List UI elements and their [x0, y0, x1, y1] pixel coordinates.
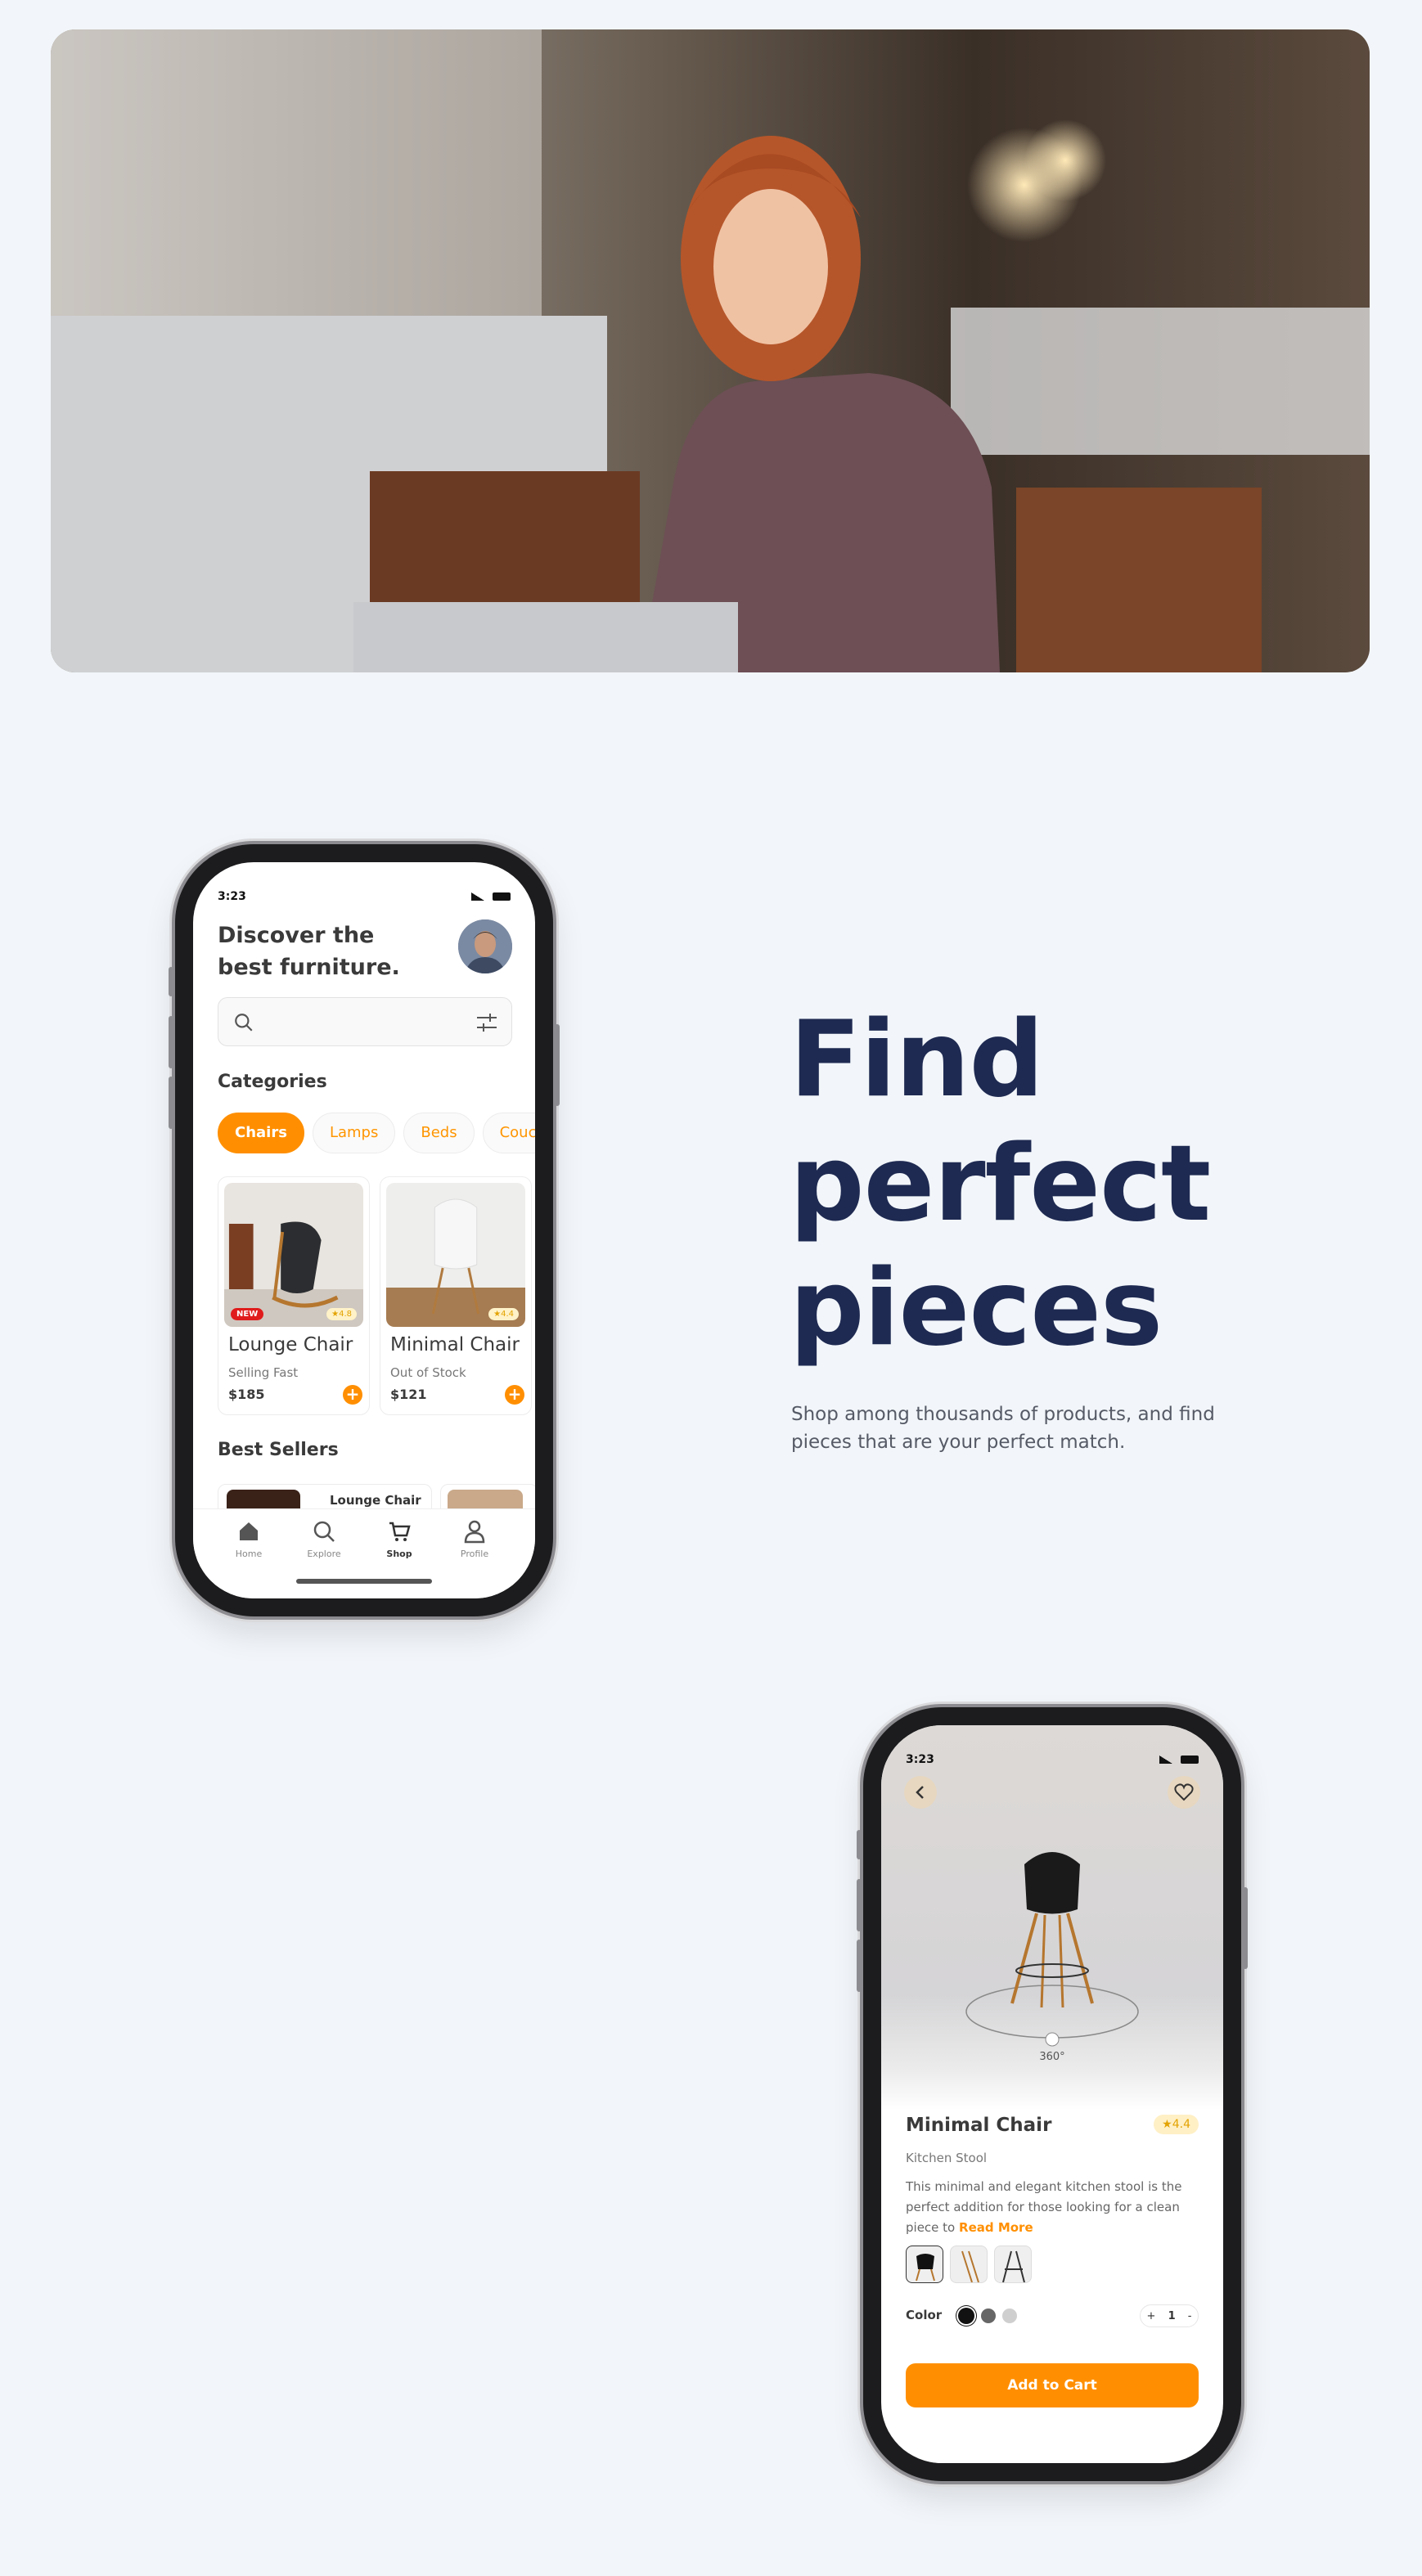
- chip-couch[interactable]: Couch: [482, 1113, 535, 1153]
- chip-lamps[interactable]: Lamps: [312, 1113, 396, 1153]
- color-swatch-light[interactable]: [1002, 2309, 1017, 2323]
- user-icon: [464, 1520, 485, 1544]
- headline-line: perfect: [790, 1123, 1211, 1245]
- chip-chairs[interactable]: Chairs: [218, 1113, 304, 1153]
- product-card[interactable]: ★4.4 Minimal Chair Out of Stock $121 +: [380, 1176, 532, 1415]
- tab-bar: Home Explore Shop Profile: [193, 1508, 535, 1598]
- search-icon: [235, 1014, 253, 1032]
- category-chips: Chairs Lamps Beds Couch: [218, 1113, 535, 1153]
- signal-icon: [1159, 1756, 1172, 1764]
- cart-icon: [389, 1522, 411, 1541]
- color-label: Color: [906, 2308, 943, 2322]
- avatar[interactable]: [458, 919, 512, 973]
- back-button[interactable]: [904, 1776, 937, 1809]
- add-to-cart-button[interactable]: +: [343, 1385, 362, 1405]
- product-title: Minimal Chair: [906, 2115, 1052, 2136]
- product-detail-phone: 360° 3:23 Minimal Chair ★4.4 Kitchen Sto…: [857, 1707, 1248, 2481]
- product-image: ★4.4: [386, 1183, 525, 1327]
- search-input[interactable]: [218, 997, 512, 1046]
- search-icon: [313, 1521, 335, 1542]
- quantity-value: 1: [1168, 2309, 1176, 2322]
- product-description: This minimal and elegant kitchen stool i…: [906, 2179, 1182, 2235]
- hero-photo: [51, 29, 1370, 672]
- favorite-button[interactable]: [1168, 1776, 1200, 1809]
- heart-icon: [1174, 1783, 1194, 1801]
- battery-icon: [493, 892, 511, 901]
- headline-line: pieces: [790, 1248, 1163, 1369]
- product-price: $121: [390, 1387, 427, 1402]
- thumbnail[interactable]: [994, 2246, 1032, 2283]
- thumbnail[interactable]: [950, 2246, 988, 2283]
- color-swatch-gray[interactable]: [981, 2309, 996, 2323]
- tab-home[interactable]: Home: [224, 1519, 273, 1559]
- tab-profile[interactable]: Profile: [450, 1519, 499, 1559]
- product-image: NEW ★4.8: [224, 1183, 363, 1327]
- product-status: Out of Stock: [390, 1365, 466, 1380]
- home-screen: 3:23 Discover the best furniture. Catego…: [193, 862, 535, 1598]
- qty-increase-button[interactable]: +: [1147, 2310, 1156, 2322]
- headline-line: Find: [790, 999, 1044, 1121]
- product-detail-screen: 360° 3:23 Minimal Chair ★4.4 Kitchen Sto…: [881, 1725, 1223, 2463]
- product-subtitle: Kitchen Stool: [906, 2151, 988, 2165]
- color-selector: Color + 1 -: [906, 2303, 1199, 2329]
- tab-shop[interactable]: Shop: [375, 1519, 424, 1559]
- chevron-left-icon: [916, 1786, 924, 1799]
- status-bar: 3:23: [906, 1750, 1199, 1769]
- headline: Find perfect pieces: [790, 998, 1211, 1371]
- color-swatch-black[interactable]: [958, 2308, 974, 2324]
- filter-icon[interactable]: [474, 1009, 500, 1036]
- product-card[interactable]: NEW ★4.8 Lounge Chair Selling Fast $185 …: [218, 1176, 370, 1415]
- rating-badge: ★4.8: [326, 1308, 357, 1320]
- home-indicator: [296, 1579, 432, 1584]
- best-sellers-heading: Best Sellers: [218, 1440, 339, 1460]
- categories-heading: Categories: [218, 1072, 327, 1092]
- best-seller-name: Lounge Chair: [330, 1493, 421, 1508]
- product-name: Lounge Chair: [228, 1334, 353, 1355]
- tab-explore[interactable]: Explore: [299, 1519, 349, 1559]
- home-screen-phone: 3:23 Discover the best furniture. Catego…: [169, 844, 560, 1616]
- status-time: 3:23: [906, 1753, 934, 1766]
- quantity-stepper: + 1 -: [1140, 2304, 1199, 2327]
- read-more-link[interactable]: Read More: [959, 2220, 1033, 2235]
- battery-icon: [1181, 1756, 1199, 1764]
- add-to-cart-button[interactable]: +: [505, 1385, 524, 1405]
- page-title: Discover the best furniture.: [218, 923, 400, 981]
- qty-decrease-button[interactable]: -: [1188, 2310, 1192, 2322]
- product-name: Minimal Chair: [390, 1334, 520, 1355]
- home-icon: [240, 1522, 258, 1540]
- rating-badge: ★4.4: [488, 1308, 519, 1320]
- view-360-label: 360°: [1039, 2051, 1065, 2063]
- product-price: $185: [228, 1387, 265, 1402]
- add-to-cart-button[interactable]: Add to Cart: [906, 2363, 1199, 2407]
- chip-beds[interactable]: Beds: [403, 1113, 475, 1153]
- tagline: Shop among thousands of products, and fi…: [791, 1404, 1215, 1453]
- product-status: Selling Fast: [228, 1365, 299, 1380]
- signal-icon: [471, 892, 484, 901]
- status-bar: 3:23: [218, 887, 511, 906]
- status-time: 3:23: [218, 890, 246, 903]
- new-badge: NEW: [231, 1308, 264, 1320]
- rating-badge: ★4.4: [1154, 2115, 1199, 2134]
- image-thumbnails: [906, 2246, 1032, 2283]
- thumbnail[interactable]: [906, 2246, 943, 2283]
